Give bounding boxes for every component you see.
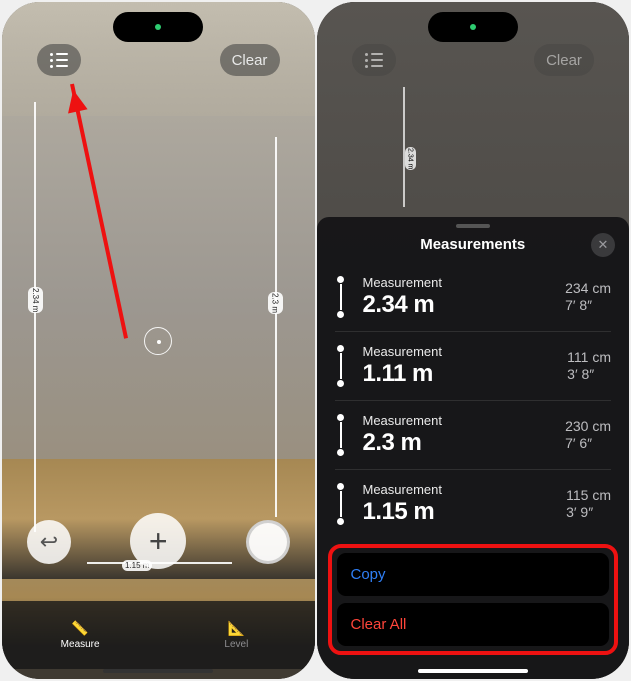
measure-line	[403, 87, 405, 207]
tab-level[interactable]: 📐 Level	[158, 601, 314, 669]
measure-line	[34, 102, 36, 532]
row-alt-cm: 234 cm	[565, 280, 611, 298]
row-value: 2.34 m	[363, 291, 550, 319]
close-button[interactable]: ✕	[591, 233, 615, 257]
row-label: Measurement	[363, 344, 552, 359]
row-value: 2.3 m	[363, 429, 550, 457]
list-button[interactable]	[352, 44, 396, 76]
add-point-button[interactable]: +	[130, 513, 186, 569]
measurement-row[interactable]: Measurement2.3 m 230 cm7′ 6″	[335, 401, 612, 470]
reticle-icon	[144, 327, 172, 355]
row-alt-cm: 115 cm	[566, 487, 611, 505]
list-icon	[50, 53, 68, 68]
home-indicator[interactable]	[103, 669, 213, 673]
tab-measure[interactable]: 📏 Measure	[2, 601, 158, 669]
row-alt-ft: 7′ 8″	[565, 297, 611, 315]
clear-button[interactable]: Clear	[534, 44, 594, 76]
segment-icon	[335, 414, 347, 456]
phone-left: Clear 2.34 m 2.3 m 1.15 m ↩ + 📏 Measure …	[2, 2, 315, 679]
row-alt-cm: 111 cm	[567, 349, 611, 367]
copy-button[interactable]: Copy	[337, 553, 610, 596]
sheet-grabber[interactable]	[456, 224, 490, 228]
clear-button[interactable]: Clear	[220, 44, 280, 76]
measurement-row[interactable]: Measurement1.11 m 111 cm3′ 8″	[335, 332, 612, 401]
measure-line	[275, 137, 277, 517]
dynamic-island	[428, 12, 518, 42]
row-label: Measurement	[363, 482, 551, 497]
segment-icon	[335, 345, 347, 387]
measure-value: 2.34 m	[405, 147, 416, 170]
clear-all-button[interactable]: Clear All	[337, 603, 610, 646]
measurements-sheet: Measurements ✕ Measurement2.34 m 234 cm7…	[317, 217, 630, 679]
row-label: Measurement	[363, 275, 550, 290]
measurement-row[interactable]: Measurement2.34 m 234 cm7′ 8″	[335, 263, 612, 332]
dynamic-island	[113, 12, 203, 42]
tab-label: Measure	[61, 639, 100, 650]
tab-bar: 📏 Measure 📐 Level	[2, 601, 315, 669]
close-icon: ✕	[598, 237, 609, 253]
measure-value-right: 2.3 m	[268, 292, 283, 314]
sheet-title: Measurements	[420, 236, 525, 253]
row-value: 1.11 m	[363, 360, 552, 388]
row-alt-cm: 230 cm	[565, 418, 611, 436]
phone-right: Clear 2.34 m Measurements ✕ Measurement2…	[317, 2, 630, 679]
undo-button[interactable]: ↩	[27, 520, 71, 564]
row-alt-ft: 3′ 8″	[567, 366, 611, 384]
list-icon	[365, 53, 383, 68]
measure-value-left: 2.34 m	[28, 287, 43, 313]
tab-label: Level	[224, 639, 248, 650]
ruler-icon: 📏	[71, 620, 88, 637]
segment-icon	[335, 276, 347, 318]
row-value: 1.15 m	[363, 498, 551, 526]
shutter-button[interactable]	[246, 520, 290, 564]
row-label: Measurement	[363, 413, 550, 428]
list-button[interactable]	[37, 44, 81, 76]
home-indicator[interactable]	[418, 669, 528, 673]
measurements-list[interactable]: Measurement2.34 m 234 cm7′ 8″ Measuremen…	[317, 263, 630, 538]
row-alt-ft: 7′ 6″	[565, 435, 611, 453]
action-highlight: Copy Clear All	[328, 544, 619, 655]
undo-icon: ↩	[40, 529, 58, 555]
measurement-row[interactable]: Measurement1.15 m 115 cm3′ 9″	[335, 470, 612, 538]
segment-icon	[335, 483, 347, 525]
level-icon: 📐	[228, 620, 245, 637]
row-alt-ft: 3′ 9″	[566, 504, 611, 522]
plus-icon: +	[149, 523, 168, 560]
